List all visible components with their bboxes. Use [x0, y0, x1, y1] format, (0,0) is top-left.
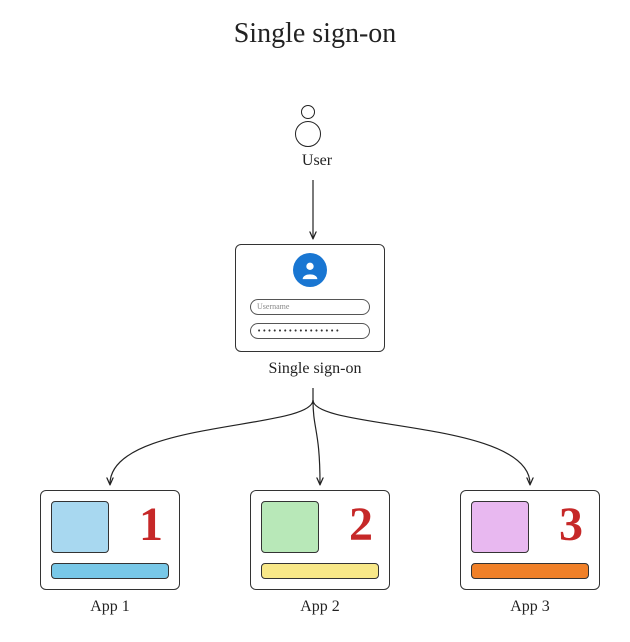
app-bar: [261, 563, 379, 579]
user-icon: [295, 105, 321, 147]
app-number: 2: [349, 501, 373, 549]
user-label: User: [287, 152, 347, 170]
app-card-3: 3: [460, 490, 600, 590]
username-field: Username: [250, 299, 370, 315]
password-field: ••••••••••••••••: [250, 323, 370, 339]
avatar-icon: [293, 253, 327, 287]
app-label-2: App 2: [250, 598, 390, 616]
app-number: 1: [139, 501, 163, 549]
app-bar: [51, 563, 169, 579]
app-number: 3: [559, 501, 583, 549]
app-card-1: 1: [40, 490, 180, 590]
app-label-1: App 1: [40, 598, 180, 616]
app-card-2: 2: [250, 490, 390, 590]
app-bar: [471, 563, 589, 579]
app-label-3: App 3: [460, 598, 600, 616]
sso-login-box: Username ••••••••••••••••: [235, 244, 385, 352]
app-square: [261, 501, 319, 553]
diagram-title: Single sign-on: [0, 18, 630, 50]
sso-label: Single sign-on: [250, 360, 380, 378]
app-square: [471, 501, 529, 553]
app-square: [51, 501, 109, 553]
